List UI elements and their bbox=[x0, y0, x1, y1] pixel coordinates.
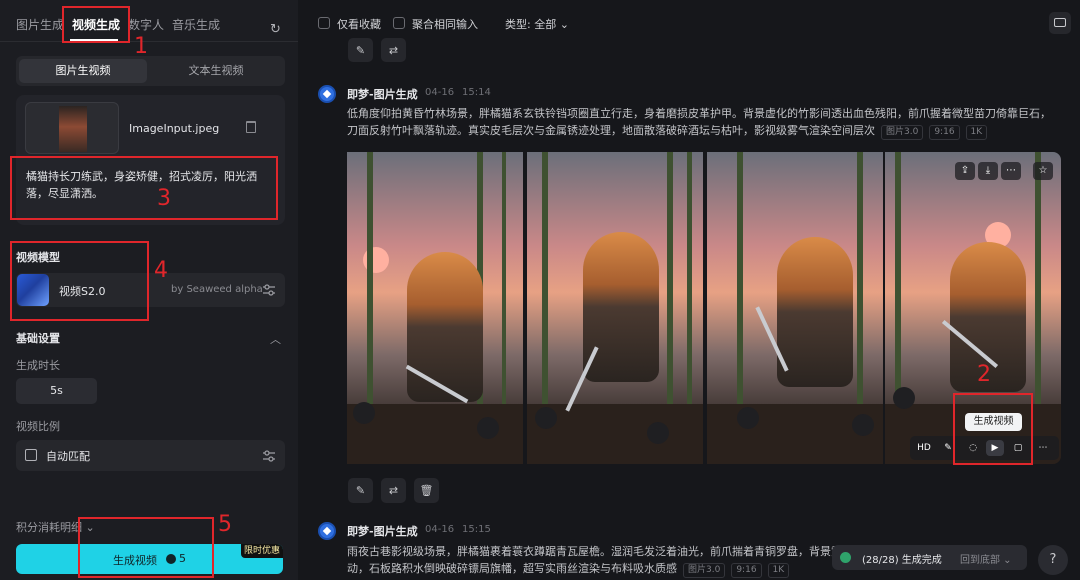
jimeng-avatar bbox=[318, 522, 336, 540]
chevron-up-icon[interactable]: ︿ bbox=[270, 331, 281, 347]
tab-music-gen[interactable]: 音乐生成 bbox=[172, 16, 220, 33]
annotation-number-1: 1 bbox=[134, 34, 148, 59]
annotation-number-2: 2 bbox=[977, 362, 991, 387]
hd-button[interactable]: HD bbox=[913, 440, 935, 456]
folder-button[interactable] bbox=[1049, 12, 1071, 34]
promo-badge: 限时优惠 bbox=[241, 544, 283, 558]
prompt-line-1: 雨夜古巷影视级场景，胖橘猫裹着蓑衣蹲踞青瓦屋檐。湿润毛发泛着油光，前爪揣着青铜罗… bbox=[347, 545, 842, 558]
type-filter-dropdown[interactable]: 类型: 全部 ⌄ bbox=[505, 16, 569, 32]
favorites-checkbox[interactable] bbox=[318, 17, 330, 29]
star-icon[interactable]: ☆ bbox=[1033, 162, 1053, 180]
ratio-label: 视频比例 bbox=[16, 420, 60, 433]
image-prompt-text: 雨夜古巷影视级场景，胖橘猫裹着蓑衣蹲踞青瓦屋檐。湿润毛发泛着油光，前爪揣着青铜罗… bbox=[347, 543, 887, 578]
check-icon bbox=[840, 552, 851, 563]
text-to-video-option[interactable]: 文本生视频 bbox=[151, 59, 281, 83]
folder-icon bbox=[1054, 18, 1066, 27]
mode-tabs: 图片生成 视频生成 数字人 音乐生成 ↻ bbox=[0, 6, 298, 42]
download-icon[interactable]: ⤓ bbox=[978, 162, 998, 180]
repeat-icon[interactable]: ⇄ bbox=[381, 478, 406, 503]
annotation-box-4 bbox=[10, 241, 149, 321]
progress-text: (28/28) 生成完成 bbox=[862, 555, 942, 566]
edit-icon[interactable]: ✎ bbox=[348, 38, 373, 62]
generated-image-3[interactable] bbox=[707, 152, 883, 464]
sender-name: 即梦-图片生成 bbox=[347, 525, 418, 538]
tab-digital-human[interactable]: 数字人 bbox=[128, 16, 164, 33]
uploaded-image-thumbnail[interactable] bbox=[25, 102, 119, 154]
merge-label: 聚合相同输入 bbox=[412, 18, 478, 31]
ratio-selector[interactable]: 自动匹配 bbox=[16, 440, 285, 471]
back-to-bottom-label: 回到底部 bbox=[960, 555, 1000, 566]
annotation-number-5: 5 bbox=[218, 512, 232, 537]
image-prompt-text: 低角度仰拍黄昏竹林场景，胖橘猫系玄铁铃铛项圈直立行走，身着磨损皮革护甲。背景虚化… bbox=[347, 105, 1059, 140]
jimeng-avatar bbox=[318, 85, 336, 103]
post-time: 15:15 bbox=[462, 524, 491, 535]
post-time: 15:14 bbox=[462, 87, 491, 98]
refresh-icon[interactable]: ↻ bbox=[270, 22, 281, 37]
resolution-tag: 1K bbox=[767, 563, 790, 578]
generated-image-1[interactable] bbox=[347, 152, 523, 464]
merge-checkbox[interactable] bbox=[393, 17, 405, 29]
prompt-line-2: 动，石板路积水倒映破碎镖局旗幡，超写实雨丝渲染与布料吸水质感 图片3.0 9:16 1… bbox=[347, 560, 887, 578]
favorites-label: 仅看收藏 bbox=[337, 18, 381, 31]
help-button[interactable]: ? bbox=[1038, 545, 1068, 575]
aspect-ratio-icon bbox=[25, 449, 37, 461]
annotation-box-3 bbox=[10, 156, 278, 220]
generation-status-bar: (28/28) 生成完成 回到底部 ⌄ bbox=[832, 545, 1027, 570]
uploaded-filename: ImageInput.jpeg bbox=[129, 122, 220, 135]
sender-name: 即梦-图片生成 bbox=[347, 88, 418, 101]
ratio-value: 自动匹配 bbox=[46, 450, 90, 463]
duration-label: 生成时长 bbox=[16, 359, 60, 372]
tab-image-gen[interactable]: 图片生成 bbox=[16, 16, 64, 33]
thumbnail-image bbox=[59, 106, 87, 152]
credits-label: 积分消耗明细 bbox=[16, 521, 82, 534]
model-provider: by Seaweed alpha bbox=[171, 284, 263, 295]
annotation-box-5 bbox=[78, 517, 214, 578]
prompt-line-2-text: 动，石板路积水倒映破碎镖局旗幡，超写实雨丝渲染与布料吸水质感 bbox=[347, 562, 677, 575]
back-to-bottom-link[interactable]: 回到底部 ⌄ bbox=[960, 551, 1012, 566]
post-date: 04-16 bbox=[425, 524, 455, 535]
image-actions-top: ⇪ ⤓ ⋯ ☆ bbox=[953, 162, 1059, 182]
share-icon[interactable]: ⇪ bbox=[955, 162, 975, 180]
duration-5s-button[interactable]: 5s bbox=[16, 378, 97, 404]
image-to-video-option[interactable]: 图片生视频 bbox=[19, 59, 147, 83]
ratio-tag: 9:16 bbox=[929, 125, 960, 140]
model-tag: 图片3.0 bbox=[683, 563, 726, 578]
model-tag: 图片3.0 bbox=[881, 125, 924, 140]
sliders-icon[interactable] bbox=[262, 449, 276, 463]
more-icon[interactable]: ⋯ bbox=[1034, 440, 1052, 456]
ratio-tag: 9:16 bbox=[731, 563, 762, 578]
annotation-box-1 bbox=[62, 6, 130, 43]
trash-icon[interactable]: 🗑 bbox=[414, 478, 439, 503]
sliders-icon[interactable] bbox=[262, 283, 276, 297]
post-date: 04-16 bbox=[425, 87, 455, 98]
video-mode-switch: 图片生视频 文本生视频 bbox=[16, 56, 285, 86]
generated-image-2[interactable] bbox=[527, 152, 703, 464]
trash-icon[interactable] bbox=[246, 121, 256, 133]
annotation-box-2 bbox=[953, 393, 1033, 465]
basic-settings-label: 基础设置 bbox=[16, 332, 60, 345]
edit-icon[interactable]: ✎ bbox=[348, 478, 373, 503]
repeat-icon[interactable]: ⇄ bbox=[381, 38, 406, 62]
annotation-number-3: 3 bbox=[157, 186, 171, 211]
resolution-tag: 1K bbox=[965, 125, 988, 140]
type-filter-label: 类型: 全部 bbox=[505, 18, 557, 31]
annotation-number-4: 4 bbox=[154, 258, 168, 283]
more-icon[interactable]: ⋯ bbox=[1001, 162, 1021, 180]
